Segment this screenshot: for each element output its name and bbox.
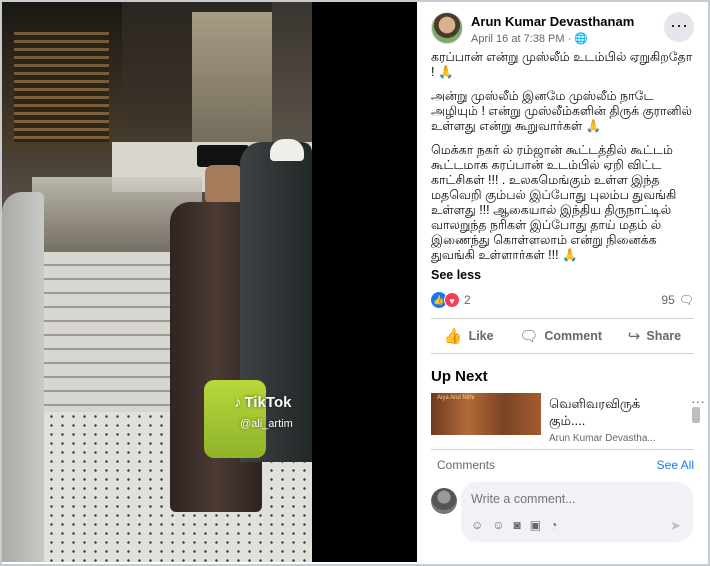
more-icon: ··· [670, 15, 688, 35]
tiktok-watermark: ♪ TikTok [234, 394, 292, 411]
thumbs-up-icon: 👍 [443, 328, 463, 345]
globe-icon: 🌐 [574, 33, 589, 45]
scrollbar[interactable] [692, 407, 700, 423]
tiktok-handle: @ali_artim [240, 418, 293, 430]
comment-tools: ☺ ☺ ◙ ▣ ◔ [471, 518, 557, 532]
avatar-sticker-icon[interactable]: ☺ [471, 518, 483, 532]
share-icon: ↪ [627, 328, 641, 345]
comment-bubble-icon: 🗨 [678, 293, 694, 307]
up-next-item[interactable]: Aiya Arul Nithi வெளிவரவிருக் கும்.... Ar… [419, 393, 706, 449]
up-next-thumbnail[interactable]: Aiya Arul Nithi [431, 393, 541, 435]
send-icon[interactable]: ➤ [670, 518, 681, 534]
post-date[interactable]: April 16 at 7:38 PM [471, 33, 565, 45]
tiktok-logo-icon: ♪ [234, 394, 242, 411]
comment-box[interactable]: ☺ ☺ ◙ ▣ ◔ ➤ [461, 482, 693, 542]
video-player[interactable]: ♪ TikTok @ali_artim [2, 2, 417, 562]
camera-icon[interactable]: ◙ [514, 518, 521, 532]
comment-count[interactable]: 95 🗨 [661, 293, 694, 307]
building-lights [14, 32, 109, 142]
person-left [2, 192, 44, 562]
face [205, 165, 243, 205]
gif-icon[interactable]: ▣ [530, 518, 541, 532]
author-name[interactable]: Arun Kumar Devasthanam [471, 14, 634, 29]
more-options-button[interactable]: ··· [664, 12, 694, 42]
post-paragraph: அன்று முஸ்லீம் இனமே முஸ்லீம் நாடே அழியும… [431, 89, 692, 133]
comment-button[interactable]: 🗨 Comment [519, 327, 602, 345]
comment-composer: ☺ ☺ ◙ ▣ ◔ ➤ [419, 480, 706, 550]
like-button[interactable]: 👍 Like [444, 327, 494, 345]
emoji-icon[interactable]: ☺ [492, 518, 504, 532]
post-text: கரப்பான் என்று முஸ்லீம் உடம்பில் ஏறுகிறத… [419, 50, 706, 263]
thumbnail-text: Aiya Arul Nithi [437, 395, 475, 401]
comments-label: Comments [437, 458, 496, 472]
see-less-link[interactable]: See less [419, 268, 706, 282]
post-header: Arun Kumar Devasthanam April 16 at 7:38 … [419, 2, 706, 50]
comment-input[interactable] [471, 492, 671, 506]
love-reaction-icon[interactable]: ♥ [444, 292, 460, 308]
video-frame[interactable]: ♪ TikTok @ali_artim [2, 2, 312, 562]
building-far-right [272, 2, 312, 162]
sticker-icon[interactable]: ◔ [550, 518, 557, 532]
up-next-title: Up Next [431, 368, 488, 385]
see-all-link[interactable]: See All [657, 458, 694, 472]
action-bar: 👍 Like 🗨 Comment ↪ Share [431, 318, 694, 354]
up-next-item-author: Arun Kumar Devastha... [549, 433, 656, 443]
reaction-count[interactable]: 2 [464, 293, 471, 307]
comment-icon: 🗨 [519, 328, 539, 345]
post-panel: Arun Kumar Devasthanam April 16 at 7:38 … [419, 2, 706, 562]
user-avatar[interactable] [431, 488, 457, 514]
post-paragraph: மெக்கா நகர் ல் ரம்ஜான் கூட்டத்தில் கூட்ட… [431, 143, 677, 262]
share-button[interactable]: ↪ Share [628, 327, 681, 345]
comments-header: Comments See All [419, 450, 706, 480]
post-paragraph: கரப்பான் என்று முஸ்லீம் உடம்பில் ஏறுகிறத… [431, 50, 693, 79]
post-meta: April 16 at 7:38 PM · 🌐 [471, 32, 588, 45]
author-avatar[interactable] [431, 12, 463, 44]
reactions-bar: 👍 ♥ 2 95 🗨 [419, 284, 706, 314]
building-right [192, 12, 272, 162]
up-next-item-title[interactable]: வெளிவரவிருக் கும்.... [549, 395, 679, 429]
white-cap [270, 139, 304, 161]
